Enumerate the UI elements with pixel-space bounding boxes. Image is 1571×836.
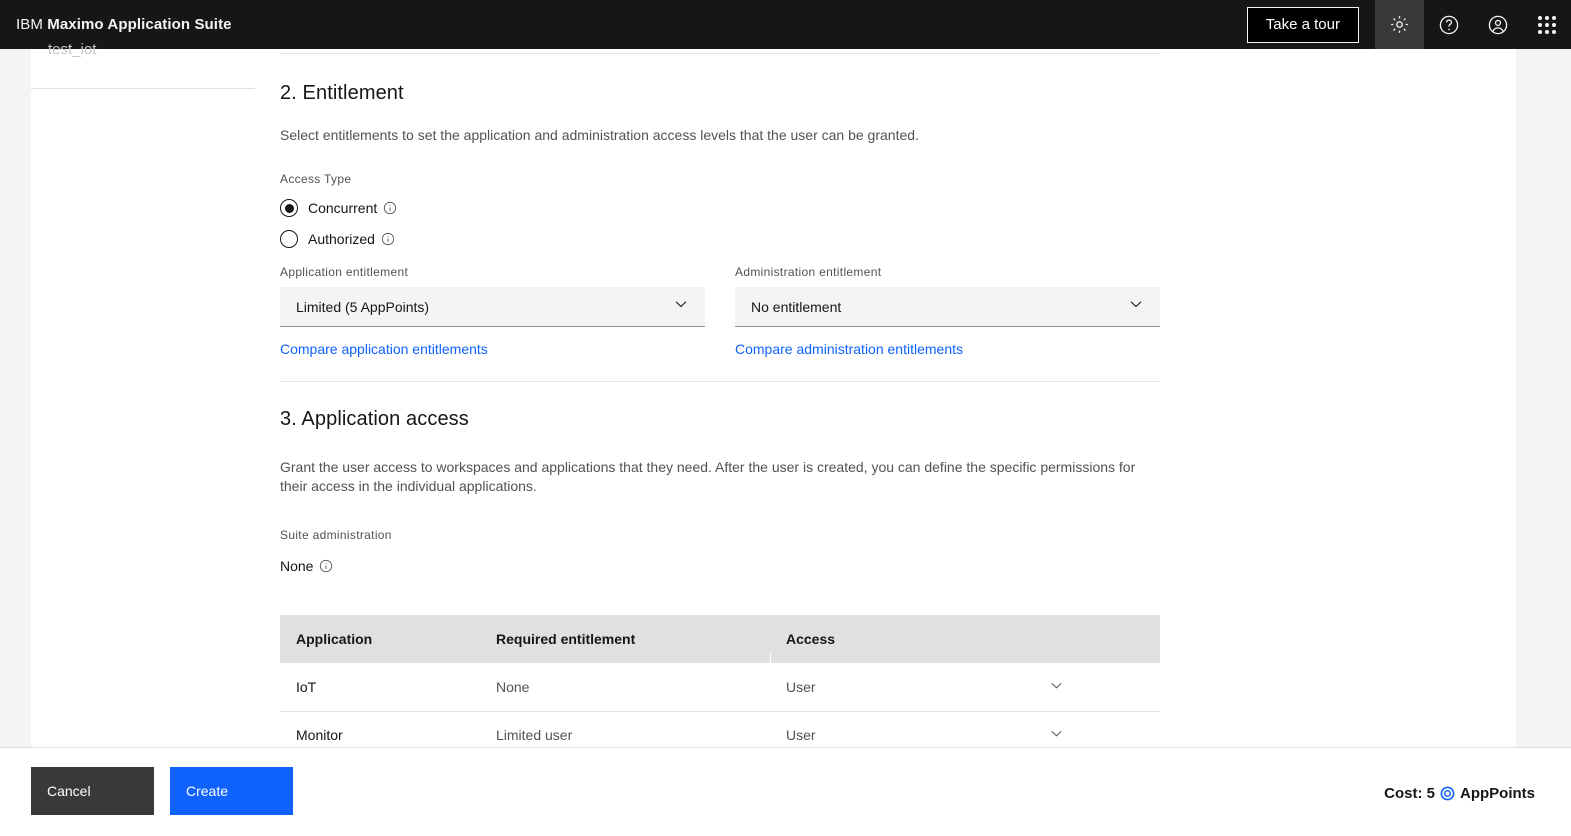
- column-header-actions: [1050, 615, 1160, 663]
- info-icon-authorized[interactable]: [381, 232, 395, 246]
- application-access-section: 3. Application access Grant the user acc…: [280, 408, 1170, 574]
- cost-summary: Cost: 5 AppPoints: [1384, 785, 1535, 802]
- application-entitlement-select[interactable]: Limited (5 AppPoints): [280, 287, 705, 327]
- administration-entitlement-group: Administration entitlement No entitlemen…: [735, 265, 1160, 359]
- chevron-down-icon[interactable]: [1049, 678, 1064, 696]
- entitlement-dropdown-row: Application entitlement Limited (5 AppPo…: [280, 265, 1160, 359]
- application-entitlement-value: Limited (5 AppPoints): [296, 298, 430, 315]
- compare-administration-entitlements-link[interactable]: Compare administration entitlements: [735, 341, 963, 357]
- section-divider: [280, 381, 1160, 382]
- application-entitlement-label: Application entitlement: [280, 265, 409, 279]
- administration-entitlement-value: No entitlement: [751, 298, 842, 315]
- compare-application-entitlements-link[interactable]: Compare application entitlements: [280, 341, 488, 357]
- cell-required-entitlement: Limited user: [480, 711, 770, 747]
- user-avatar-icon: [1487, 14, 1509, 36]
- column-header-access[interactable]: Access: [770, 615, 1050, 663]
- account-button[interactable]: [1473, 0, 1522, 49]
- suite-administration-label: Suite administration: [280, 528, 392, 542]
- table-row[interactable]: IoT None User: [280, 663, 1160, 712]
- chevron-down-icon: [673, 296, 689, 317]
- cost-amount: Cost: 5: [1384, 785, 1435, 802]
- cell-required-entitlement: None: [480, 663, 770, 712]
- entitlement-section: 2. Entitlement Select entitlements to se…: [280, 82, 1180, 249]
- column-header-required-entitlement[interactable]: Required entitlement: [480, 615, 770, 663]
- help-button[interactable]: [1424, 0, 1473, 49]
- take-a-tour-button[interactable]: Take a tour: [1246, 6, 1359, 43]
- content-top-divider: [280, 53, 1160, 54]
- brand-product-name: Maximo Application Suite: [47, 16, 232, 33]
- application-access-section-description: Grant the user access to workspaces and …: [280, 459, 1136, 494]
- app-switcher-icon: [1537, 15, 1556, 34]
- application-access-table-wrap: Application Required entitlement Access …: [280, 615, 1160, 747]
- app-switcher-button[interactable]: [1522, 0, 1571, 49]
- radio-option-concurrent[interactable]: Concurrent: [280, 198, 1180, 218]
- table-row[interactable]: Monitor Limited user User: [280, 711, 1160, 747]
- sidebar-divider: [31, 88, 255, 89]
- left-rail: [0, 49, 31, 747]
- gear-icon: [1389, 14, 1410, 35]
- help-icon: [1438, 14, 1460, 36]
- sidebar-panel: test_iot: [31, 41, 255, 747]
- entitlement-section-description: Select entitlements to set the applicati…: [280, 127, 919, 143]
- application-access-table: Application Required entitlement Access …: [280, 615, 1160, 747]
- page-body: test_iot 2. Entitlement Select entitleme…: [0, 41, 1571, 747]
- suite-administration-value: None: [280, 558, 314, 574]
- action-footer: Cancel Create Cost: 5 AppPoints: [0, 747, 1571, 836]
- header-actions: Take a tour: [1246, 0, 1571, 49]
- application-entitlement-group: Application entitlement Limited (5 AppPo…: [280, 265, 705, 359]
- chevron-down-icon: [1128, 296, 1144, 317]
- radio-authorized-label: Authorized: [308, 231, 375, 247]
- application-access-section-title: 3. Application access: [280, 408, 469, 430]
- info-icon-suite-administration[interactable]: [319, 559, 333, 573]
- column-header-application[interactable]: Application: [280, 615, 480, 663]
- settings-button[interactable]: [1375, 0, 1424, 49]
- radio-concurrent-label: Concurrent: [308, 200, 378, 216]
- cell-application: Monitor: [280, 711, 480, 747]
- main-content-panel: 2. Entitlement Select entitlements to se…: [255, 49, 1516, 747]
- apppoints-icon: [1440, 786, 1455, 801]
- access-type-label: Access Type: [280, 172, 352, 186]
- cancel-button[interactable]: Cancel: [31, 767, 154, 815]
- create-button[interactable]: Create: [170, 767, 293, 815]
- cost-unit: AppPoints: [1460, 785, 1535, 802]
- table-header-row: Application Required entitlement Access: [280, 615, 1160, 663]
- global-header: IBM Maximo Application Suite Take a tour: [0, 0, 1571, 49]
- radio-option-authorized[interactable]: Authorized: [280, 229, 1180, 249]
- entitlement-section-title: 2. Entitlement: [280, 82, 404, 104]
- cell-access-value: User: [786, 678, 816, 695]
- cell-access[interactable]: User: [770, 663, 1160, 712]
- radio-concurrent-icon: [280, 199, 298, 217]
- cell-access-value: User: [786, 727, 816, 743]
- info-icon-concurrent[interactable]: [383, 201, 397, 215]
- administration-entitlement-label: Administration entitlement: [735, 265, 882, 279]
- administration-entitlement-select[interactable]: No entitlement: [735, 287, 1160, 327]
- sidebar-item-test-iot[interactable]: test_iot: [48, 41, 96, 58]
- page-scrollbar[interactable]: [1558, 49, 1571, 747]
- cell-application: IoT: [280, 663, 480, 712]
- suite-administration-value-row: None: [280, 558, 1170, 574]
- brand-ibm: IBM: [16, 16, 43, 33]
- product-brand: IBM Maximo Application Suite: [0, 16, 232, 33]
- footer-divider: [0, 747, 1571, 748]
- chevron-down-icon[interactable]: [1049, 726, 1064, 744]
- app-root: IBM Maximo Application Suite Take a tour: [0, 0, 1571, 836]
- radio-authorized-icon: [280, 230, 298, 248]
- cell-access[interactable]: User: [770, 711, 1160, 747]
